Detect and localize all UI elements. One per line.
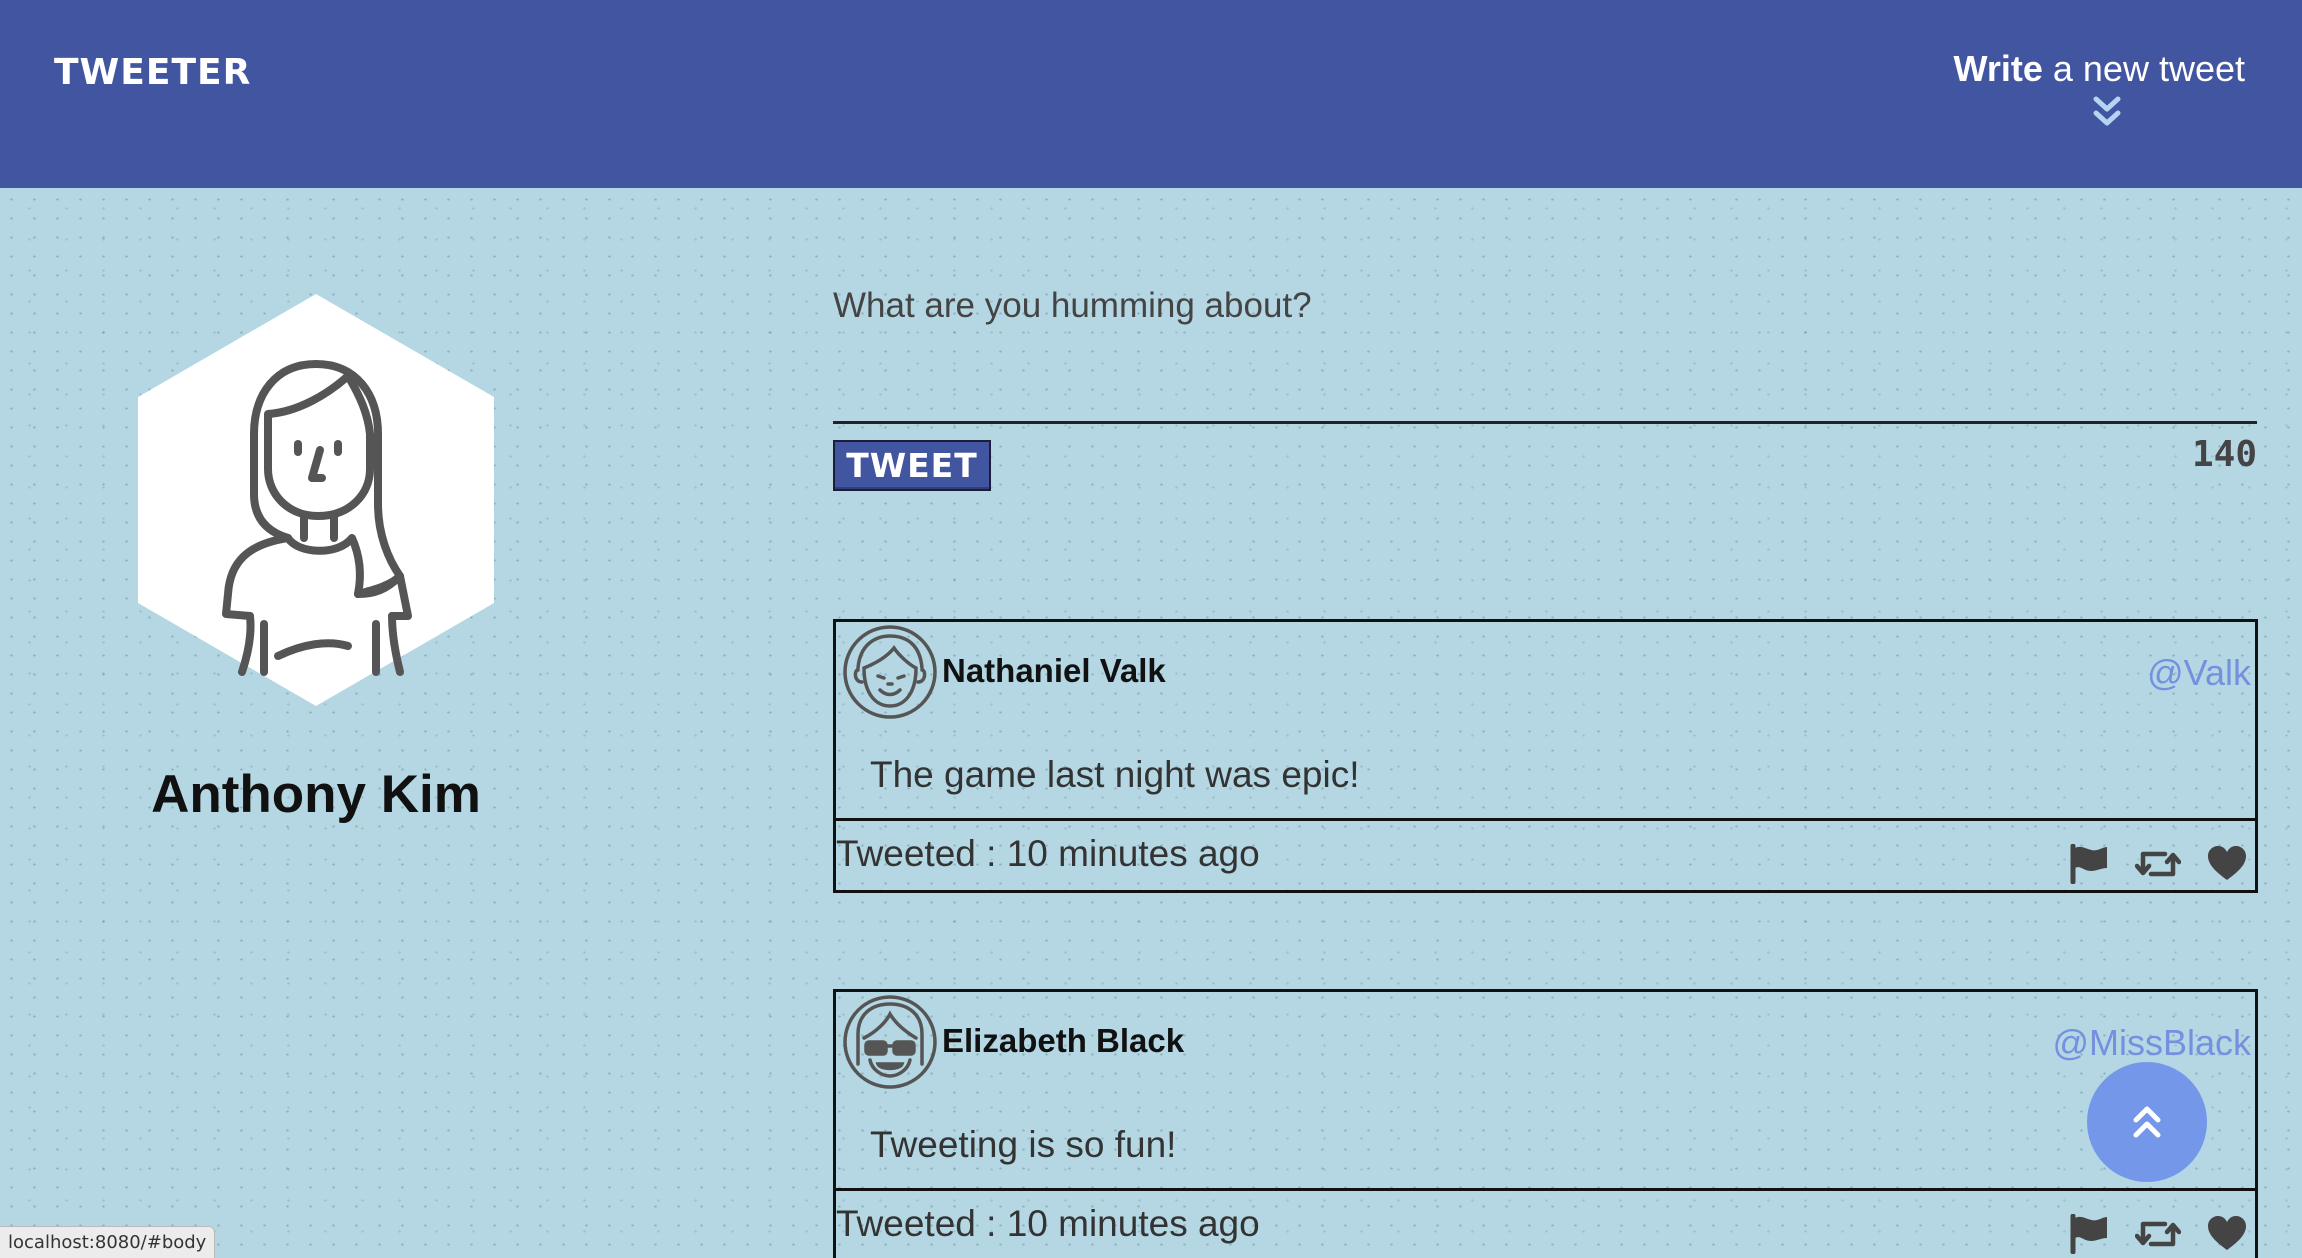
tweet-footer: Tweeted : 10 minutes ago: [836, 1188, 2255, 1258]
profile-avatar-image: [138, 294, 494, 706]
tweet-card: Nathaniel Valk @Valk The game last night…: [833, 619, 2258, 893]
write-label-rest: a new tweet: [2052, 48, 2245, 89]
write-label-bold: Write: [1953, 48, 2043, 89]
tweet-header: Elizabeth Black @MissBlack: [836, 992, 2255, 1092]
tweet-card: Elizabeth Black @MissBlack Tweeting is s…: [833, 989, 2258, 1258]
profile-avatar: [138, 294, 494, 706]
tweet-author-handle[interactable]: @Valk: [2147, 652, 2251, 694]
tweet-actions: [2069, 843, 2247, 885]
write-new-tweet-label: Write a new tweet: [1925, 48, 2246, 90]
tweet-footer: Tweeted : 10 minutes ago: [836, 818, 2255, 890]
flag-icon[interactable]: [2069, 1214, 2109, 1254]
brand-logo[interactable]: TWEETER: [54, 52, 251, 93]
tweet-textarea[interactable]: [833, 280, 2257, 424]
profile-name: Anthony Kim: [151, 765, 481, 824]
double-chevron-down-icon: [2093, 96, 2121, 126]
top-navbar: TWEETER Write a new tweet: [0, 0, 2302, 188]
tweet-timestamp: Tweeted : 10 minutes ago: [836, 833, 1260, 874]
tweet-submit-button[interactable]: TWEET: [833, 440, 991, 491]
tweet-content: The game last night was epic!: [870, 754, 1360, 795]
flag-icon[interactable]: [2069, 844, 2109, 884]
tweet-actions: [2069, 1213, 2247, 1255]
new-tweet-form: TWEET 140: [833, 280, 2257, 491]
tweet-author-name: Elizabeth Black: [942, 1022, 1185, 1059]
tweet-content: Tweeting is so fun!: [870, 1124, 1177, 1165]
double-chevron-up-icon: [2133, 1106, 2161, 1138]
tweet-author-name: Nathaniel Valk: [942, 652, 1166, 689]
user-avatar: [843, 625, 937, 719]
heart-icon[interactable]: [2207, 846, 2247, 882]
user-avatar: [843, 995, 937, 1089]
retweet-icon[interactable]: [2135, 846, 2181, 882]
write-new-tweet-toggle[interactable]: Write a new tweet: [1925, 48, 2245, 138]
tweet-header: Nathaniel Valk @Valk: [836, 622, 2255, 722]
character-counter: 140: [2191, 434, 2257, 475]
heart-icon[interactable]: [2207, 1216, 2247, 1252]
status-bar-url: localhost:8080/#body: [0, 1226, 216, 1258]
tweet-timestamp: Tweeted : 10 minutes ago: [836, 1203, 1260, 1244]
tweet-author-handle[interactable]: @MissBlack: [2052, 1022, 2251, 1064]
retweet-icon[interactable]: [2135, 1216, 2181, 1252]
scroll-to-top-button[interactable]: [2087, 1062, 2207, 1182]
